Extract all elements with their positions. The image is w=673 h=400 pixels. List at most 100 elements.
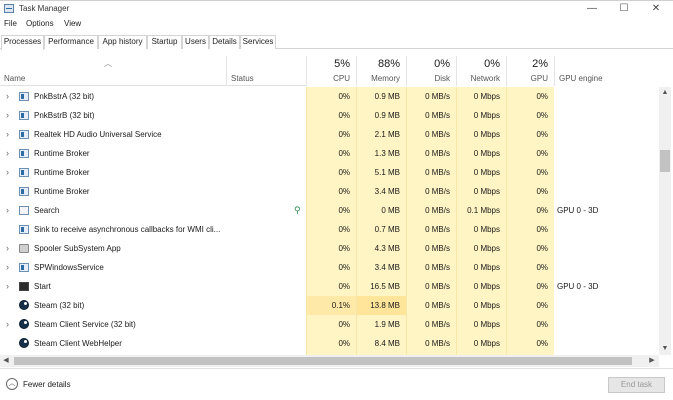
process-name: Runtime Broker [34, 168, 90, 177]
column-header-status[interactable]: Status [226, 56, 306, 86]
cpu-value: 0% [306, 87, 356, 106]
cpu-value: 0% [306, 315, 356, 334]
table-row[interactable]: Runtime Broker 0% 3.4 MB 0 MB/s 0 Mbps 0% [0, 182, 659, 201]
cpu-value: 0.1% [306, 296, 356, 315]
process-name: Steam Client WebHelper [34, 339, 122, 348]
column-header-cpu[interactable]: 5% CPU [306, 56, 356, 86]
expand-chevron-icon[interactable]: › [6, 106, 9, 125]
table-row[interactable]: Steam Client WebHelper 0% 8.4 MB 0 MB/s 0 Mb… [0, 334, 659, 353]
cpu-value: 0% [306, 258, 356, 277]
gpu-engine-value [557, 106, 657, 125]
disk-value: 0 MB/s [406, 239, 456, 258]
vertical-scroll-thumb[interactable] [660, 150, 670, 172]
table-row[interactable]: › Steam Client Service (32 bit) 0% 1.9 MB 0 … [0, 315, 659, 334]
process-name: Runtime Broker [34, 149, 90, 158]
disk-value: 0 MB/s [406, 334, 456, 353]
expand-chevron-icon[interactable]: › [6, 315, 9, 334]
column-header-memory[interactable]: 88% Memory [356, 56, 406, 86]
gpu-engine-value [557, 258, 657, 277]
tab-users[interactable]: Users [182, 35, 209, 49]
expand-chevron-icon[interactable]: › [6, 239, 9, 258]
cpu-total: 5% [334, 58, 350, 70]
gpu-engine-value: GPU 0 - 3D [557, 206, 599, 215]
table-row[interactable]: › PnkBstrB (32 bit) 0% 0.9 MB 0 MB/s 0 Mbps 0% [0, 106, 659, 125]
table-row[interactable]: › Start 0% 16.5 MB 0 MB/s 0 Mbps 0% GPU 0 - 3D [0, 277, 659, 296]
tab-services[interactable]: Services [240, 35, 276, 49]
fewer-details-label: Fewer details [23, 380, 71, 389]
network-total: 0% [484, 58, 500, 70]
table-row[interactable]: › Runtime Broker 0% 1.3 MB 0 MB/s 0 Mbps 0% [0, 144, 659, 163]
memory-value: 4.3 MB [356, 239, 406, 258]
table-row[interactable]: Sink to receive asynchronous callbacks f… [0, 220, 659, 239]
table-row[interactable]: › PnkBstrA (32 bit) 0% 0.9 MB 0 MB/s 0 Mbps 0% [0, 87, 659, 106]
window-icon [19, 225, 29, 234]
minimize-button[interactable]: — [576, 1, 608, 16]
column-header-network[interactable]: 0% Network [456, 56, 506, 86]
disk-value: 0 MB/s [406, 277, 456, 296]
memory-value: 2.1 MB [356, 125, 406, 144]
vertical-scrollbar[interactable] [659, 87, 671, 355]
table-row[interactable]: › SPWindowsService 0% 3.4 MB 0 MB/s 0 Mbps 0% [0, 258, 659, 277]
disk-value: 0 MB/s [406, 163, 456, 182]
memory-value: 8.4 MB [356, 334, 406, 353]
column-header-gpu-engine[interactable]: GPU engine [554, 56, 673, 86]
menu-file[interactable]: File [4, 19, 17, 28]
process-list: › PnkBstrA (32 bit) 0% 0.9 MB 0 MB/s 0 Mbps 0%… [0, 87, 659, 355]
expand-chevron-icon[interactable]: › [6, 125, 9, 144]
process-name: PnkBstrA (32 bit) [34, 92, 95, 101]
cpu-value: 0% [306, 163, 356, 182]
column-header-gpu[interactable]: 2% GPU [506, 56, 554, 86]
memory-total: 88% [377, 58, 400, 70]
memory-value: 3.4 MB [356, 182, 406, 201]
gpu-engine-value [557, 125, 657, 144]
memory-value: 0 MB [356, 201, 406, 220]
column-header-name[interactable]: Name [0, 56, 226, 86]
network-value: 0 Mbps [456, 125, 506, 144]
scroll-right-icon[interactable]: ▶ [646, 355, 658, 367]
expand-chevron-icon[interactable]: › [6, 277, 9, 296]
tab-app-history[interactable]: App history [98, 35, 147, 49]
scroll-down-icon[interactable]: ▼ [659, 343, 671, 355]
menu-view[interactable]: View [64, 19, 81, 28]
tab-performance[interactable]: Performance [44, 35, 98, 49]
horizontal-scroll-thumb[interactable] [14, 357, 632, 365]
table-row[interactable]: › Runtime Broker 0% 5.1 MB 0 MB/s 0 Mbps 0% [0, 163, 659, 182]
close-button[interactable]: ✕ [640, 1, 672, 16]
cpu-value: 0% [306, 201, 356, 220]
table-row[interactable]: › Search ⚲ 0% 0 MB 0 MB/s 0.1 Mbps 0% GPU 0 - 3D [0, 201, 659, 220]
memory-value: 13.8 MB [356, 296, 406, 315]
scroll-up-icon[interactable]: ▲ [659, 87, 671, 99]
tab-processes[interactable]: Processes [1, 35, 44, 50]
process-name: Start [34, 282, 51, 291]
menu-options[interactable]: Options [26, 19, 54, 28]
maximize-button[interactable]: ☐ [608, 1, 640, 16]
disk-value: 0 MB/s [406, 296, 456, 315]
gpu-engine-value [557, 334, 657, 353]
memory-value: 0.9 MB [356, 87, 406, 106]
table-row[interactable]: › Realtek HD Audio Universal Service 0% 2.1… [0, 125, 659, 144]
menu-bar: File Options View [0, 17, 673, 31]
tab-details[interactable]: Details [209, 35, 240, 49]
expand-chevron-icon[interactable]: › [6, 258, 9, 277]
process-name: SPWindowsService [34, 263, 104, 272]
network-value: 0 Mbps [456, 296, 506, 315]
cpu-value: 0% [306, 182, 356, 201]
expand-chevron-icon[interactable]: › [6, 144, 9, 163]
expand-chevron-icon[interactable]: › [6, 87, 9, 106]
table-row[interactable]: Steam (32 bit) 0.1% 13.8 MB 0 MB/s 0 Mbps 0% [0, 296, 659, 315]
search-window-icon [19, 206, 29, 215]
disk-value: 0 MB/s [406, 315, 456, 334]
column-header-disk[interactable]: 0% Disk [406, 56, 456, 86]
scroll-left-icon[interactable]: ◀ [0, 355, 12, 367]
gpu-value: 0% [506, 315, 554, 334]
gpu-value: 0% [506, 258, 554, 277]
end-task-button[interactable]: End task [608, 377, 665, 393]
tab-startup[interactable]: Startup [147, 35, 182, 49]
gpu-value: 0% [506, 277, 554, 296]
table-row[interactable]: › Spooler SubSystem App 0% 4.3 MB 0 MB/s 0 Mb… [0, 239, 659, 258]
process-name: Spooler SubSystem App [34, 244, 121, 253]
expand-chevron-icon[interactable]: › [6, 163, 9, 182]
expand-chevron-icon[interactable]: › [6, 201, 9, 220]
gpu-engine-value [557, 239, 657, 258]
steam-icon [19, 300, 29, 310]
